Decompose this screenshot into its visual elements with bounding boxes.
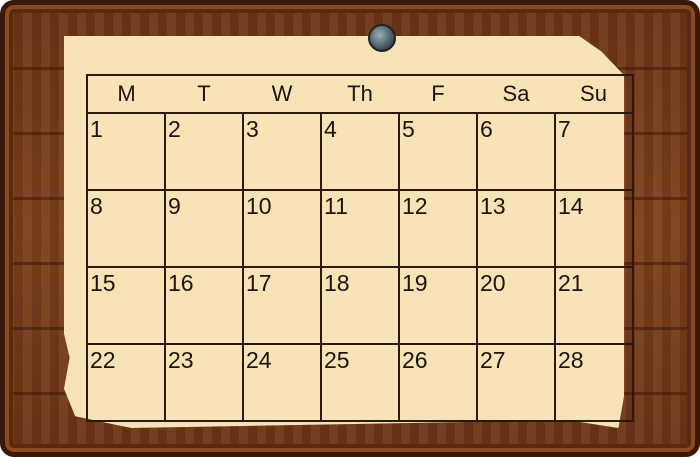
calendar-day-cell[interactable]: 16	[164, 266, 244, 345]
weekday-label-tue: T	[165, 75, 243, 114]
calendar-day-cell[interactable]: 20	[476, 266, 556, 345]
calendar-week-4: 22 23 24 25 26 27 28	[86, 343, 634, 422]
calendar-day-cell[interactable]: 23	[164, 343, 244, 422]
calendar-day-cell[interactable]: 18	[320, 266, 400, 345]
weekday-label-sat: Sa	[477, 75, 555, 114]
calendar-grid: M T W Th F Sa Su 1 2 3 4 5 6 7 8 9 10 11…	[86, 74, 634, 422]
calendar-day-cell[interactable]: 17	[242, 266, 322, 345]
calendar-week-1: 1 2 3 4 5 6 7	[86, 112, 634, 191]
calendar-day-cell[interactable]: 26	[398, 343, 478, 422]
weekday-label-mon: M	[87, 75, 165, 114]
calendar-day-cell[interactable]: 25	[320, 343, 400, 422]
calendar-day-cell[interactable]: 22	[86, 343, 166, 422]
calendar-day-cell[interactable]: 5	[398, 112, 478, 191]
calendar-day-cell[interactable]: 7	[554, 112, 634, 191]
calendar-day-cell[interactable]: 8	[86, 189, 166, 268]
calendar-day-cell[interactable]: 27	[476, 343, 556, 422]
calendar-day-cell[interactable]: 3	[242, 112, 322, 191]
calendar-day-cell[interactable]: 13	[476, 189, 556, 268]
weekday-label-sun: Su	[555, 75, 633, 114]
calendar-day-cell[interactable]: 19	[398, 266, 478, 345]
weekday-label-wed: W	[243, 75, 321, 114]
calendar-day-cell[interactable]: 28	[554, 343, 634, 422]
weekday-header-row: M T W Th F Sa Su	[87, 75, 633, 114]
calendar-day-cell[interactable]: 10	[242, 189, 322, 268]
calendar-day-cell[interactable]: 2	[164, 112, 244, 191]
weekday-label-fri: F	[399, 75, 477, 114]
calendar-day-cell[interactable]: 15	[86, 266, 166, 345]
calendar-day-cell[interactable]: 21	[554, 266, 634, 345]
calendar-day-cell[interactable]: 4	[320, 112, 400, 191]
calendar-day-cell[interactable]: 1	[86, 112, 166, 191]
calendar-day-cell[interactable]: 6	[476, 112, 556, 191]
calendar-day-cell[interactable]: 11	[320, 189, 400, 268]
calendar-day-cell[interactable]: 9	[164, 189, 244, 268]
calendar-week-2: 8 9 10 11 12 13 14	[86, 189, 634, 268]
calendar-week-3: 15 16 17 18 19 20 21	[86, 266, 634, 345]
weekday-label-thu: Th	[321, 75, 399, 114]
calendar-day-cell[interactable]: 12	[398, 189, 478, 268]
pushpin-icon	[368, 24, 396, 52]
calendar-day-cell[interactable]: 14	[554, 189, 634, 268]
calendar-day-cell[interactable]: 24	[242, 343, 322, 422]
